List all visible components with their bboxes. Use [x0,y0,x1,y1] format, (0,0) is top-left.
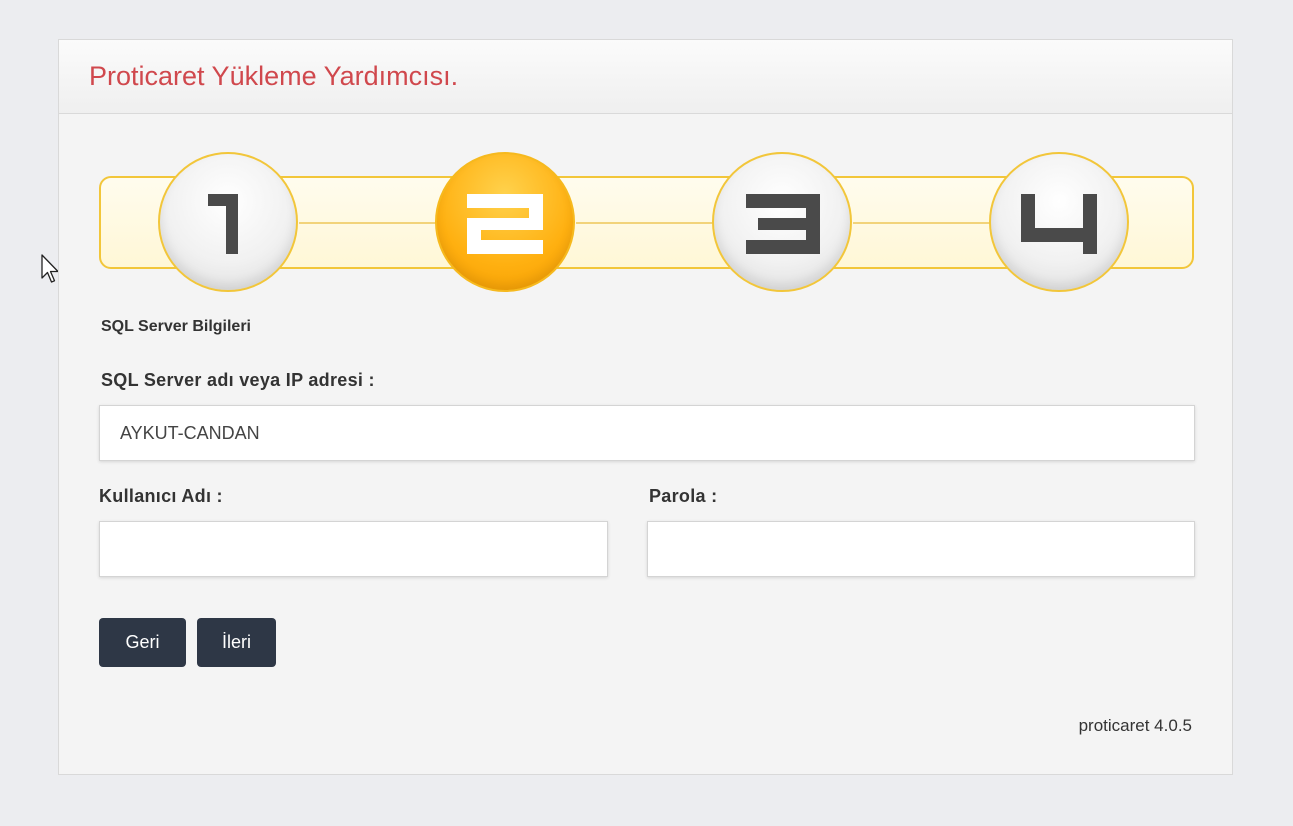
step-1 [158,152,298,292]
step-connector [299,222,437,224]
next-button[interactable]: İleri [197,618,276,667]
server-input[interactable] [99,405,1195,461]
step-3 [712,152,852,292]
password-label: Parola : [649,486,718,506]
step-4 [989,152,1129,292]
username-input[interactable] [99,521,608,577]
step-connector [853,222,991,224]
step-2-active [435,152,575,292]
password-input[interactable] [647,521,1195,577]
panel-header: Proticaret Yükleme Yardımcısı. [59,40,1232,114]
username-label: Kullanıcı Adı : [99,486,223,506]
page-title: Proticaret Yükleme Yardımcısı. [89,61,459,91]
server-label: SQL Server adı veya IP adresi : [101,370,375,390]
installer-panel: Proticaret Yükleme Yardımcısı. SQL Serve… [58,39,1233,775]
version-label: proticaret 4.0.5 [1078,716,1192,735]
back-button[interactable]: Geri [99,618,186,667]
section-title: SQL Server Bilgileri [101,318,251,335]
step-connector [576,222,714,224]
